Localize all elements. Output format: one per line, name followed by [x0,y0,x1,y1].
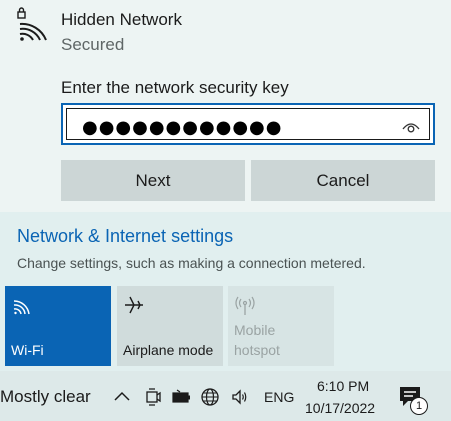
network-flyout-panel: Hidden Network Secured Enter the network… [0,0,451,212]
cancel-button[interactable]: Cancel [251,160,435,201]
security-key-input[interactable]: ●●●●●●●●●●●● [61,103,435,145]
clock-time[interactable]: 6:10 PM [317,378,369,394]
weather-widget[interactable]: Mostly clear [0,387,91,407]
mobile-hotspot-tile: Mobile hotspot [228,286,334,366]
network-name: Hidden Network [61,10,182,29]
notification-count-badge: 1 [410,397,428,415]
hotspot-icon [235,296,255,315]
globe-network-icon[interactable] [200,387,220,407]
input-language-indicator[interactable]: ENG [264,389,294,405]
chevron-up-icon[interactable] [112,387,132,407]
wifi-icon [13,300,30,315]
wifi-tile-label: Wi-Fi [11,342,44,358]
eye-icon[interactable] [401,120,421,136]
airplane-mode-tile[interactable]: Airplane mode [117,286,223,366]
security-key-value: ●●●●●●●●●●●● [82,117,283,138]
security-key-label: Enter the network security key [61,78,289,97]
mobile-hotspot-tile-label: Mobile hotspot [234,322,280,358]
wifi-secured-icon [17,7,47,41]
network-settings-description: Change settings, such as making a connec… [17,255,366,271]
airplane-icon [125,296,143,314]
security-key-input-inner: ●●●●●●●●●●●● [66,108,430,140]
airplane-mode-tile-label: Airplane mode [123,342,214,358]
meet-now-icon[interactable] [142,387,162,407]
network-settings-link[interactable]: Network & Internet settings [17,226,233,247]
network-status: Secured [61,35,125,54]
battery-icon[interactable] [171,387,191,407]
taskbar: Mostly clear ENG 6:10 PM 10/17/2022 1 [0,371,451,421]
next-button[interactable]: Next [61,160,245,201]
clock-date[interactable]: 10/17/2022 [305,400,375,416]
wifi-tile[interactable]: Wi-Fi [5,286,111,366]
volume-icon[interactable] [230,387,250,407]
